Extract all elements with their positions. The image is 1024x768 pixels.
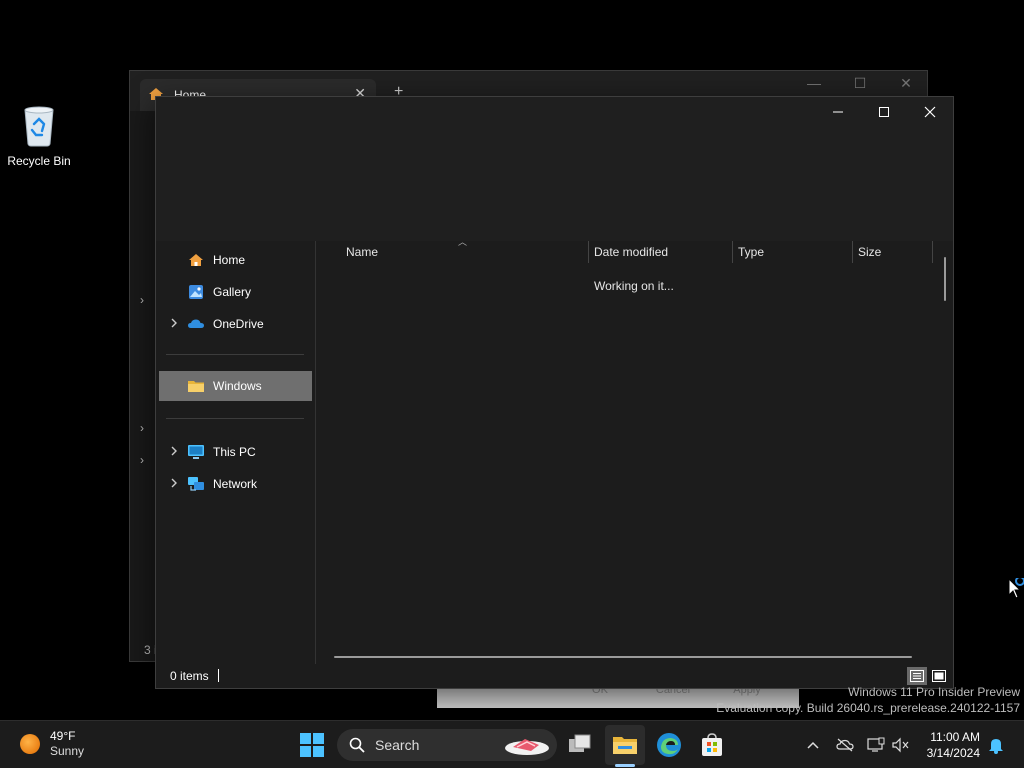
start-button[interactable] [300,733,324,757]
watermark-line-1: Windows 11 Pro Insider Preview [848,685,1020,699]
nav-item-label: Home [213,253,246,267]
maximize-button[interactable] [861,97,907,127]
recycle-bin-desktop-icon[interactable]: Recycle Bin [4,104,74,168]
file-list-pane[interactable]: ︿ Name Date modified Type Size Working o… [316,237,953,664]
weather-temperature: 49°F [50,729,76,743]
sun-icon [20,734,40,754]
taskbar-clock[interactable]: 11:00 AM 3/14/2024 [918,729,980,761]
file-explorer-taskbar-button[interactable] [611,731,639,759]
close-icon [924,106,936,118]
dialog-header-area [156,97,953,241]
network-tray-icon[interactable] [866,735,886,755]
edge-icon [657,733,681,757]
vertical-scrollbar[interactable] [944,257,946,301]
monitor-icon [187,444,205,460]
file-explorer-icon [613,737,637,754]
chevron-right-icon[interactable]: › [140,453,144,467]
busy-cursor-icon [1008,576,1024,603]
show-hidden-icons-chevron-up-icon[interactable] [803,735,823,755]
minimize-icon[interactable]: — [803,75,825,92]
dialog-window-controls [815,97,953,127]
chevron-right-icon[interactable] [159,317,185,331]
maximize-icon[interactable]: ☐ [849,75,871,92]
column-header-date-modified[interactable]: Date modified [588,241,732,263]
onedrive-icon [187,316,205,332]
home-icon [187,252,205,268]
clock-time: 11:00 AM [930,730,980,744]
folder-icon [187,378,205,394]
close-icon[interactable]: ✕ [895,75,917,92]
large-icons-view-icon [932,670,946,682]
nav-item-network[interactable]: Network [159,469,312,499]
details-view-button[interactable] [907,667,927,685]
minimize-button[interactable] [815,97,861,127]
search-highlight-icon [505,739,549,755]
nav-item-label: Network [213,477,258,491]
nav-item-windows[interactable]: Windows [159,371,312,401]
nav-item-label: OneDrive [213,317,264,331]
network-icon [187,476,205,492]
loading-message: Working on it... [594,279,674,293]
store-icon [702,733,722,756]
column-header-type[interactable]: Type [732,241,852,263]
nav-item-label: Gallery [213,285,252,299]
status-divider [218,669,219,682]
chevron-right-icon[interactable] [159,477,185,491]
chevron-right-icon[interactable] [159,445,185,459]
evaluation-watermark: Windows 11 Pro Insider Preview Evaluatio… [716,684,1020,716]
notification-bell-icon[interactable] [986,735,1006,755]
background-window-controls: — ☐ ✕ [803,75,917,92]
weather-widget[interactable]: 49°F Sunny [20,729,84,759]
nav-item-onedrive[interactable]: OneDrive [159,309,312,339]
column-header-name[interactable]: Name [340,241,588,263]
large-icons-view-button[interactable] [929,667,949,685]
volume-muted-icon[interactable] [891,735,911,755]
details-view-icon [910,670,924,682]
onedrive-offline-icon[interactable] [835,735,855,755]
navigation-pane: Home Gallery OneDrive Windows This PC Ne… [156,241,316,664]
search-label: Search [375,737,420,753]
close-button[interactable] [907,97,953,127]
task-view-icon [569,734,591,752]
chevron-right-icon[interactable]: › [140,293,144,307]
nav-divider [166,418,304,419]
column-separator[interactable] [932,241,933,263]
weather-condition: Sunny [50,744,85,758]
horizontal-scrollbar[interactable] [334,656,912,658]
file-picker-dialog[interactable]: Home Gallery OneDrive Windows This PC Ne… [155,96,954,689]
active-app-indicator [615,764,635,767]
nav-item-label: Windows [213,379,262,393]
maximize-icon [879,107,889,117]
nav-item-this-pc[interactable]: This PC [159,437,312,467]
taskbar: 49°F Sunny Search 11:00 AM 3/14/2024 [0,720,1024,768]
nav-item-gallery[interactable]: Gallery [159,277,312,307]
chevron-right-icon[interactable]: › [140,421,144,435]
recycle-bin-label: Recycle Bin [7,154,71,168]
background-nav-strip: › › › [130,111,156,661]
edge-taskbar-button[interactable] [655,731,683,759]
clock-date: 3/14/2024 [926,746,980,760]
nav-divider [166,354,304,355]
recycle-bin-icon [20,104,58,148]
minimize-icon [833,111,843,113]
watermark-line-2: Evaluation copy. Build 26040.rs_prerelea… [716,701,1020,715]
store-taskbar-button[interactable] [698,731,726,759]
nav-item-home[interactable]: Home [159,245,312,275]
windows-logo-icon [300,733,324,757]
column-header-size[interactable]: Size [852,241,932,263]
nav-item-label: This PC [213,445,256,459]
search-icon [349,737,365,753]
item-count: 0 items [170,669,209,683]
gallery-icon [187,284,205,300]
taskbar-search-box[interactable]: Search [337,729,557,761]
task-view-button[interactable] [566,731,594,759]
